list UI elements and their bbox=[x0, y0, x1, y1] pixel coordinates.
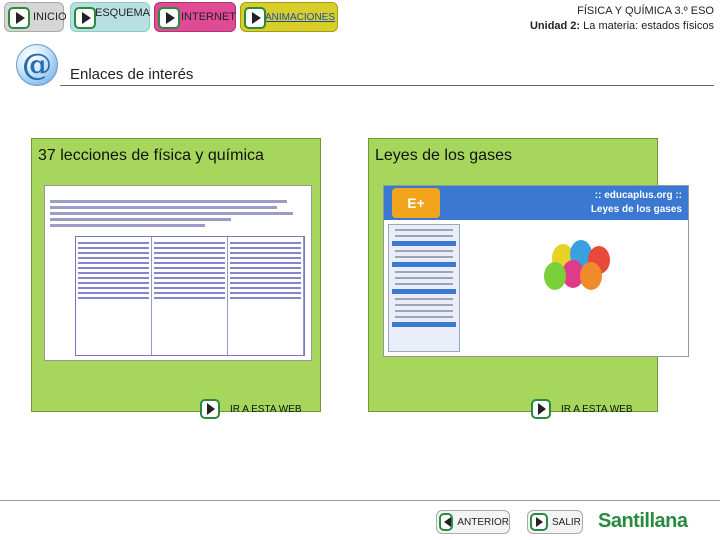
tab-esquema[interactable]: ESQUEMA bbox=[70, 2, 150, 32]
go-to-website-label: IR A ESTA WEB bbox=[230, 403, 302, 415]
title-divider bbox=[60, 85, 714, 86]
tab-inicio-label: INICIO bbox=[33, 11, 67, 23]
website-preview-image: E+ :: educaplus.org :: Leyes de los gase… bbox=[383, 185, 689, 357]
go-to-website-button[interactable]: IR A ESTA WEB bbox=[200, 398, 330, 420]
play-icon bbox=[8, 7, 30, 29]
at-sign-icon: @ bbox=[16, 44, 58, 86]
unit-title: Unidad 2: La materia: estados físicos bbox=[530, 19, 714, 34]
tab-internet-label: INTERNET bbox=[181, 11, 236, 23]
preview-site-subtitle: Leyes de los gases bbox=[590, 204, 682, 215]
unit-name: La materia: estados físicos bbox=[583, 20, 714, 32]
tab-esquema-label: ESQUEMA bbox=[95, 7, 151, 19]
preview-text-lines bbox=[50, 200, 308, 230]
course-header: FÍSICA Y QUÍMICA 3.º ESO Unidad 2: La ma… bbox=[530, 4, 714, 34]
play-icon bbox=[244, 7, 266, 29]
santillana-logo: Santillana bbox=[598, 510, 688, 532]
balloon-icon bbox=[544, 262, 566, 290]
unit-label: Unidad 2: bbox=[529, 20, 581, 32]
preview-site-header: E+ :: educaplus.org :: Leyes de los gase… bbox=[384, 186, 688, 220]
exit-label: SALIR bbox=[552, 516, 581, 528]
go-to-website-button[interactable]: IR A ESTA WEB bbox=[531, 398, 661, 420]
footer-divider bbox=[0, 500, 720, 501]
go-to-website-label: IR A ESTA WEB bbox=[561, 403, 633, 415]
play-back-icon bbox=[439, 513, 454, 531]
back-button[interactable]: ANTERIOR bbox=[436, 510, 510, 534]
preview-sidebar bbox=[388, 224, 460, 352]
play-icon bbox=[200, 399, 220, 419]
educaplus-logo: E+ bbox=[392, 188, 440, 218]
panel-title: Leyes de los gases bbox=[375, 147, 512, 164]
link-panel-leyes-gases: Leyes de los gases E+ :: educaplus.org :… bbox=[368, 138, 689, 419]
tab-animaciones[interactable]: ANIMACIONES bbox=[240, 2, 338, 32]
website-preview-image bbox=[44, 185, 312, 361]
tab-internet[interactable]: INTERNET bbox=[154, 2, 236, 32]
preview-table bbox=[75, 236, 305, 356]
play-icon bbox=[530, 513, 548, 531]
play-icon bbox=[74, 7, 96, 29]
page-title: Enlaces de interés bbox=[70, 66, 194, 83]
preview-site-name: :: educaplus.org :: bbox=[594, 190, 682, 201]
play-icon bbox=[158, 7, 180, 29]
course-title: FÍSICA Y QUÍMICA 3.º ESO bbox=[577, 5, 714, 17]
tab-inicio[interactable]: INICIO bbox=[4, 2, 67, 32]
link-panel-lecciones: 37 lecciones de física y química IR A ES… bbox=[31, 138, 321, 419]
tab-animaciones-label: ANIMACIONES bbox=[265, 11, 336, 23]
preview-balloons-illustration bbox=[466, 224, 684, 352]
preview-site-title: :: educaplus.org :: Leyes de los gases bbox=[591, 189, 682, 217]
play-icon bbox=[531, 399, 551, 419]
panel-title: 37 lecciones de física y química bbox=[38, 147, 264, 164]
balloon-icon bbox=[580, 262, 602, 290]
back-label: ANTERIOR bbox=[457, 516, 509, 528]
exit-button[interactable]: SALIR bbox=[527, 510, 583, 534]
